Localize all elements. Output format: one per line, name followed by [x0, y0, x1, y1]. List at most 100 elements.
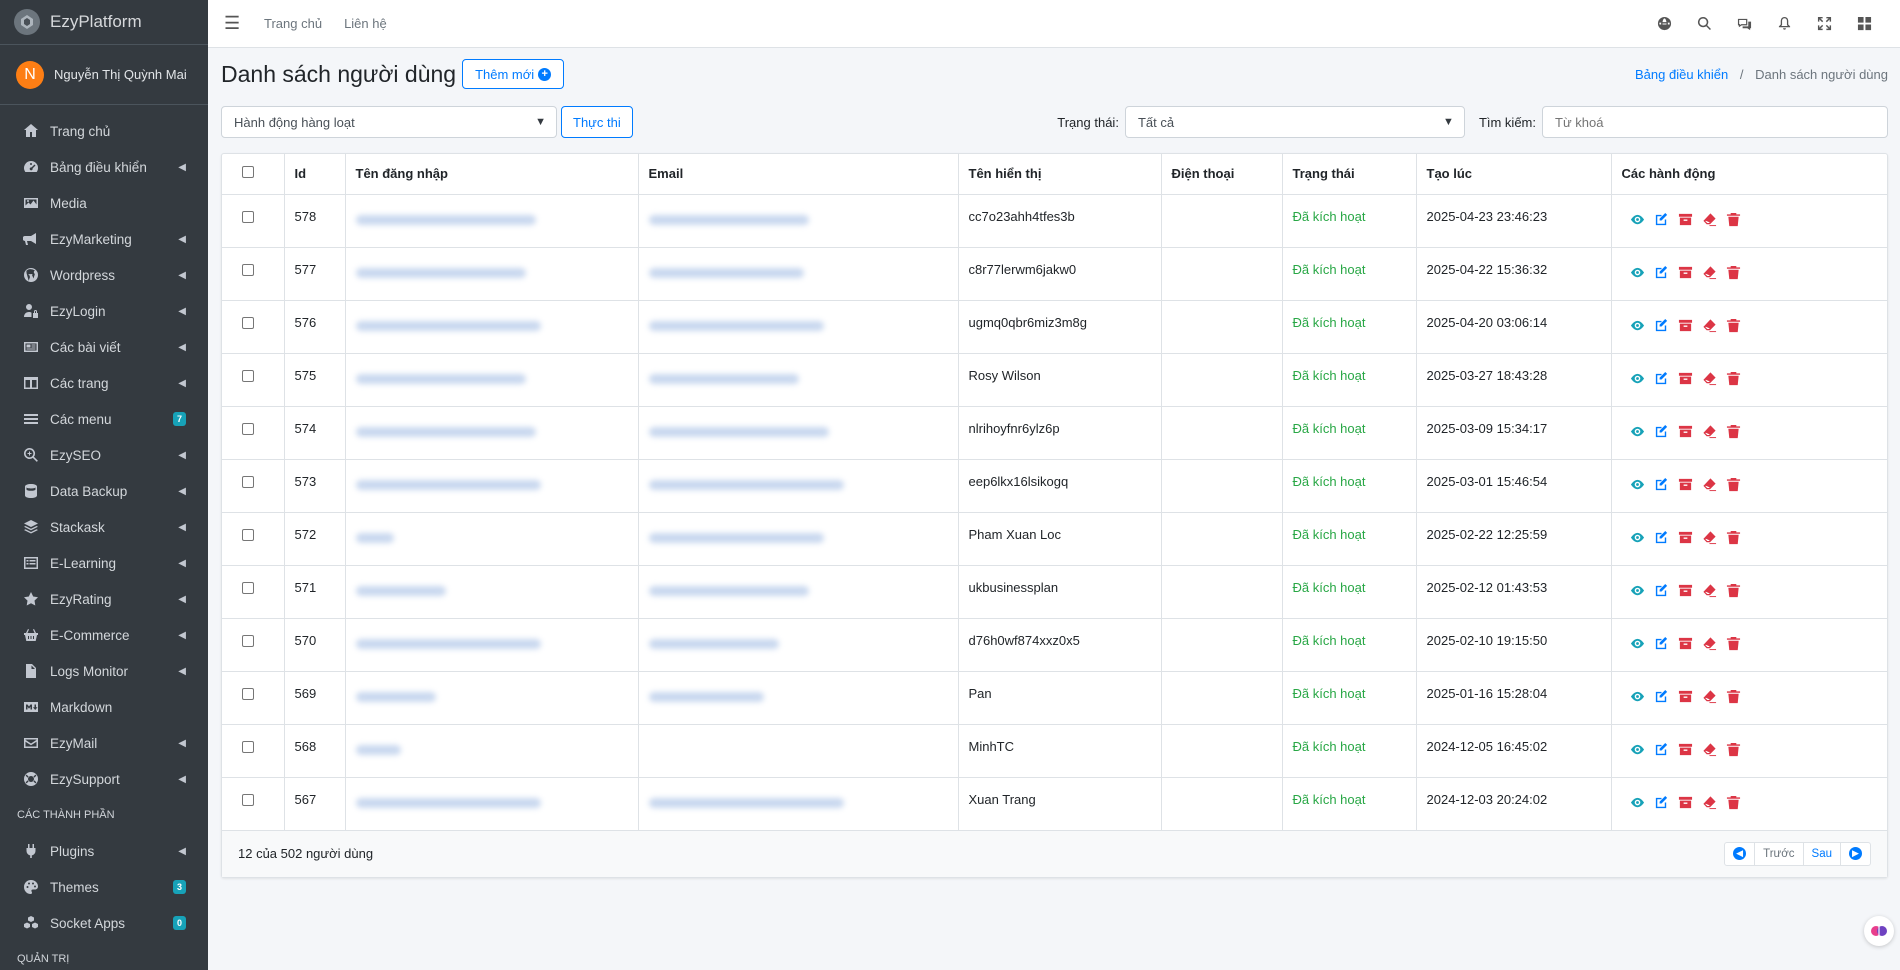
trash-icon[interactable] [1726, 371, 1741, 386]
trash-icon[interactable] [1726, 212, 1741, 227]
archive-icon[interactable] [1678, 795, 1693, 810]
eraser-icon[interactable] [1702, 530, 1717, 545]
view-eye-icon[interactable] [1630, 477, 1645, 492]
view-eye-icon[interactable] [1630, 795, 1645, 810]
table-row[interactable]: 569 Pan Đã kích hoạt 2025-01-16 15:28:04 [222, 671, 1887, 725]
table-row[interactable]: 576 ugmq0qbr6miz3m8g Đã kích hoạt 2025-04-2… [222, 300, 1887, 354]
archive-icon[interactable] [1678, 265, 1693, 280]
search-input[interactable] [1542, 106, 1888, 138]
add-new-button[interactable]: Thêm mới + [462, 59, 565, 89]
user-panel[interactable]: N Nguyễn Thị Quỳnh Mai [0, 45, 208, 105]
sidebar-item-ezylogin[interactable]: EzyLogin ◀ [0, 293, 208, 329]
edit-icon[interactable] [1654, 424, 1669, 439]
execute-button[interactable]: Thực thi [561, 106, 633, 138]
last-page-button[interactable]: ▶ [1841, 843, 1870, 865]
eraser-icon[interactable] [1702, 795, 1717, 810]
sidebar-item-ezyrating[interactable]: EzyRating ◀ [0, 581, 208, 617]
row-checkbox[interactable] [242, 793, 254, 806]
row-checkbox[interactable] [242, 687, 254, 700]
view-eye-icon[interactable] [1630, 371, 1645, 386]
edit-icon[interactable] [1654, 795, 1669, 810]
eraser-icon[interactable] [1702, 742, 1717, 757]
eraser-icon[interactable] [1702, 318, 1717, 333]
sidebar-item-logs-monitor[interactable]: Logs Monitor ◀ [0, 653, 208, 689]
column-header-created[interactable]: Tạo lúc [1416, 154, 1612, 195]
edit-icon[interactable] [1654, 371, 1669, 386]
edit-icon[interactable] [1654, 530, 1669, 545]
edit-icon[interactable] [1654, 265, 1669, 280]
sidebar-item-stackask[interactable]: Stackask ◀ [0, 509, 208, 545]
eraser-icon[interactable] [1702, 371, 1717, 386]
view-eye-icon[interactable] [1630, 424, 1645, 439]
brand[interactable]: EzyPlatform [0, 0, 208, 45]
sidebar-item-media[interactable]: Media [0, 185, 208, 221]
first-page-button[interactable]: ◀ [1725, 842, 1756, 865]
eraser-icon[interactable] [1702, 477, 1717, 492]
trash-icon[interactable] [1726, 795, 1741, 810]
row-checkbox[interactable] [242, 316, 254, 329]
trash-icon[interactable] [1726, 265, 1741, 280]
ai-assistant-button[interactable] [1864, 916, 1894, 946]
bell-icon[interactable] [1764, 4, 1804, 44]
archive-icon[interactable] [1678, 424, 1693, 439]
table-row[interactable]: 572 Pham Xuan Loc Đã kích hoạt 2025-02-22 1… [222, 512, 1887, 566]
row-checkbox[interactable] [242, 422, 254, 435]
sidebar-item-ezymarketing[interactable]: EzyMarketing ◀ [0, 221, 208, 257]
row-checkbox[interactable] [242, 369, 254, 382]
bulk-action-select[interactable]: Hành động hàng loạt ▼ [221, 106, 557, 138]
sidebar-item-wordpress[interactable]: Wordpress ◀ [0, 257, 208, 293]
prev-page-button[interactable]: Trước [1755, 842, 1804, 865]
sidebar-item-data-backup[interactable]: Data Backup ◀ [0, 473, 208, 509]
trash-icon[interactable] [1726, 689, 1741, 704]
hamburger-icon[interactable]: ☰ [224, 13, 244, 34]
globe-icon[interactable] [1644, 4, 1684, 44]
row-checkbox[interactable] [242, 740, 254, 753]
view-eye-icon[interactable] [1630, 636, 1645, 651]
archive-icon[interactable] [1678, 530, 1693, 545]
apps-grid-icon[interactable] [1844, 4, 1884, 44]
edit-icon[interactable] [1654, 636, 1669, 651]
sidebar-item-e-learning[interactable]: E-Learning ◀ [0, 545, 208, 581]
top-link-home[interactable]: Trang chủ [264, 16, 322, 31]
table-row[interactable]: 575 Rosy Wilson Đã kích hoạt 2025-03-27 18:… [222, 353, 1887, 407]
sidebar-item-plugins[interactable]: Plugins ◀ [0, 833, 208, 869]
trash-icon[interactable] [1726, 477, 1741, 492]
sidebar-item-c-c-b-i-vi-t[interactable]: Các bài viết ◀ [0, 329, 208, 365]
edit-icon[interactable] [1654, 212, 1669, 227]
archive-icon[interactable] [1678, 636, 1693, 651]
table-row[interactable]: 570 d76h0wf874xxz0x5 Đã kích hoạt 2025-02-1… [222, 618, 1887, 672]
view-eye-icon[interactable] [1630, 742, 1645, 757]
sidebar-item-ezysupport[interactable]: EzySupport ◀ [0, 761, 208, 797]
next-page-button[interactable]: Sau [1804, 842, 1841, 865]
column-header-email[interactable]: Email [638, 154, 959, 195]
trash-icon[interactable] [1726, 742, 1741, 757]
view-eye-icon[interactable] [1630, 530, 1645, 545]
column-header-username[interactable]: Tên đăng nhập [345, 154, 639, 195]
sidebar-item-b-ng-i-u-khi-n[interactable]: Bảng điều khiển ◀ [0, 149, 208, 185]
trash-icon[interactable] [1726, 424, 1741, 439]
row-checkbox[interactable] [242, 634, 254, 647]
status-select[interactable]: Tất cả ▼ [1124, 106, 1465, 138]
archive-icon[interactable] [1678, 742, 1693, 757]
comments-icon[interactable] [1724, 4, 1764, 44]
table-row[interactable]: 571 ukbusinessplan Đã kích hoạt 2025-02-12 … [222, 565, 1887, 619]
row-checkbox[interactable] [242, 581, 254, 594]
view-eye-icon[interactable] [1630, 583, 1645, 598]
top-link-contact[interactable]: Liên hệ [344, 16, 387, 31]
fullscreen-icon[interactable] [1804, 4, 1844, 44]
row-checkbox[interactable] [242, 528, 254, 541]
eraser-icon[interactable] [1702, 265, 1717, 280]
archive-icon[interactable] [1678, 583, 1693, 598]
column-header-display-name[interactable]: Tên hiển thị [958, 154, 1162, 195]
eraser-icon[interactable] [1702, 636, 1717, 651]
row-checkbox[interactable] [242, 475, 254, 488]
eraser-icon[interactable] [1702, 424, 1717, 439]
edit-icon[interactable] [1654, 583, 1669, 598]
search-icon[interactable] [1684, 4, 1724, 44]
trash-icon[interactable] [1726, 636, 1741, 651]
edit-icon[interactable] [1654, 742, 1669, 757]
sidebar-item-ezyseo[interactable]: EzySEO ◀ [0, 437, 208, 473]
archive-icon[interactable] [1678, 371, 1693, 386]
sidebar-item-c-c-trang[interactable]: Các trang ◀ [0, 365, 208, 401]
sidebar-item-markdown[interactable]: Markdown [0, 689, 208, 725]
